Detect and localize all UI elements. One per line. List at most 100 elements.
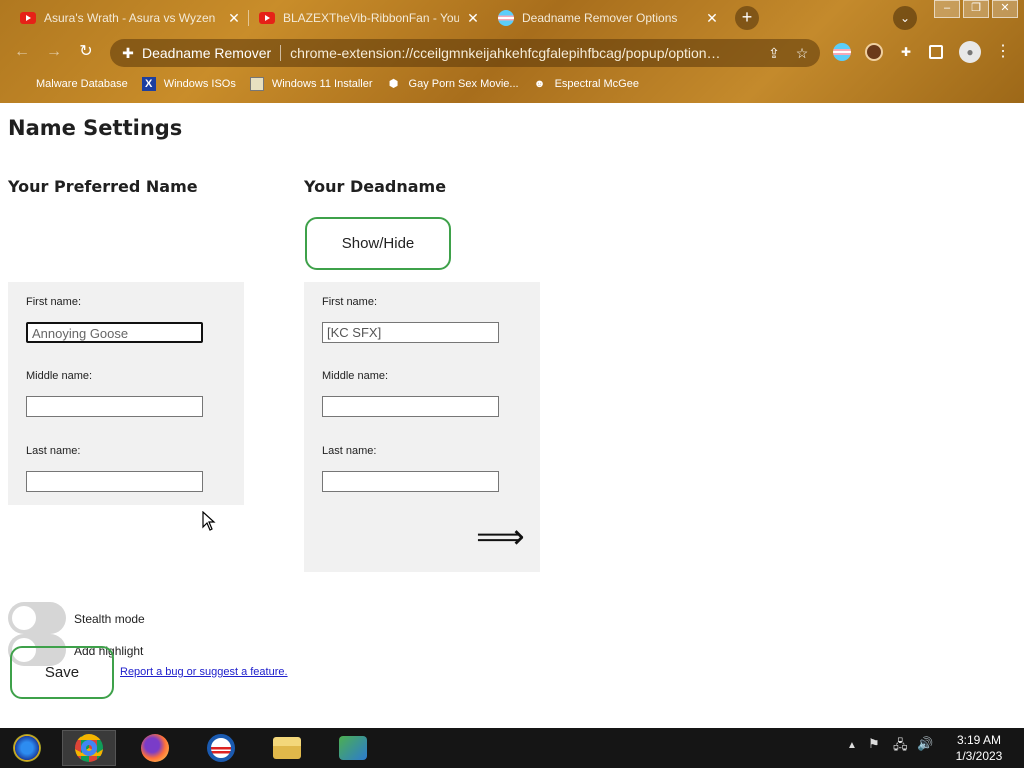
start-orb-icon — [13, 734, 41, 762]
deadname-middle-name-label: Middle name: — [322, 370, 389, 382]
close-window-button[interactable]: ✕ — [992, 0, 1018, 18]
action-center-flag-icon[interactable]: ⚑ — [868, 736, 880, 752]
stealth-mode-label: Stealth mode — [74, 612, 145, 626]
bookmark-label: Windows 11 Installer — [271, 78, 373, 90]
address-bar[interactable]: ✚ Deadname Remover chrome-extension://cc… — [110, 39, 820, 67]
browser-chrome: Asura's Wrath - Asura vs Wyzen ✕ BLAZEXT… — [0, 0, 1024, 103]
character-icon: ☻ — [533, 78, 546, 90]
toggle-knob — [12, 606, 36, 630]
folder-icon — [273, 737, 301, 759]
windows-taskbar: ▲ ⚑ 🖧 🔊 3:19 AM 1/3/2023 — [0, 728, 1024, 768]
chrome-icon — [75, 734, 103, 762]
tab-title: Asura's Wrath - Asura vs Wyzen — [44, 11, 216, 25]
bookmark-windows-isos[interactable]: X Windows ISOs — [141, 77, 236, 91]
bookmark-star-icon[interactable]: ☆ — [792, 45, 812, 62]
bookmark-label: Gay Porn Sex Movie... — [408, 78, 519, 90]
menu-kebab-icon[interactable]: ⋮ — [994, 43, 1012, 61]
site-name: Deadname Remover — [142, 45, 272, 61]
preferred-name-panel: First name: Annoying Goose Middle name: … — [8, 282, 244, 505]
back-arrow-icon[interactable]: ← — [12, 42, 32, 62]
forward-arrow-icon[interactable]: → — [44, 42, 64, 62]
deadname-last-name-label: Last name: — [322, 445, 377, 457]
trans-flag-icon — [498, 10, 514, 26]
mouse-cursor-icon — [202, 511, 216, 531]
report-bug-link[interactable]: Report a bug or suggest a feature. — [120, 666, 288, 678]
deadname-heading: Your Deadname — [304, 177, 447, 196]
preferred-first-name-label: First name: — [26, 296, 82, 308]
bookmark-malware-database[interactable]: Malware Database — [14, 77, 128, 91]
preferred-first-name-input[interactable]: Annoying Goose — [26, 322, 203, 343]
extensions-puzzle-icon[interactable]: ✚ — [897, 43, 915, 61]
cube-icon: ⬢ — [388, 78, 399, 90]
network-computers-icon — [339, 736, 367, 760]
clock-time: 3:19 AM — [956, 733, 1002, 747]
tab-search-button[interactable]: ⌄ — [893, 6, 917, 30]
trans-flag-extension-icon[interactable] — [833, 43, 851, 61]
tab-strip: Asura's Wrath - Asura vs Wyzen ✕ BLAZEXT… — [0, 0, 1024, 34]
preferred-middle-name-label: Middle name: — [26, 370, 93, 382]
tab-deadname-remover[interactable]: Deadname Remover Options ✕ — [498, 4, 720, 32]
bookmarks-bar: Malware Database X Windows ISOs Windows … — [0, 72, 1024, 96]
deadname-first-name-input[interactable]: [KC SFX] — [322, 322, 499, 343]
omnibox-divider — [280, 45, 282, 61]
blank-page-icon — [14, 77, 28, 91]
preferred-name-heading: Your Preferred Name — [8, 177, 198, 196]
network-icon[interactable]: 🖧 — [893, 736, 908, 758]
taskbar-firefox[interactable] — [128, 730, 182, 766]
bookmark-windows-11-installer[interactable]: Windows 11 Installer — [249, 77, 373, 91]
deadname-panel: First name: [KC SFX] Middle name: Last n… — [304, 282, 540, 572]
tab-asuras-wrath[interactable]: Asura's Wrath - Asura vs Wyzen ✕ — [20, 4, 242, 32]
bookmark-gay-porn-sex-movie[interactable]: ⬢ Gay Porn Sex Movie... — [387, 77, 519, 91]
browser-toolbar: ← → ↻ ✚ Deadname Remover chrome-extensio… — [0, 36, 1024, 68]
tab-blazex[interactable]: BLAZEXTheVib-RibbonFan - YouTube ✕ — [259, 4, 481, 32]
extension-puzzle-icon: ✚ — [122, 44, 134, 61]
image-icon — [249, 77, 264, 91]
x-logo-icon: X — [141, 77, 156, 91]
deadname-first-name-label: First name: — [322, 296, 378, 308]
window-controls: – ❐ ✕ — [931, 0, 1018, 18]
stealth-mode-toggle[interactable] — [8, 602, 66, 634]
bookmark-label: Windows ISOs — [163, 78, 236, 90]
share-icon[interactable]: ⇪ — [764, 45, 784, 62]
bookmark-label: Espectral McGee — [554, 78, 639, 90]
close-tab-icon[interactable]: ✕ — [226, 10, 242, 27]
bookmark-label: Malware Database — [36, 78, 128, 90]
start-button[interactable] — [0, 730, 54, 766]
obama-logo-icon — [207, 734, 235, 762]
deadname-middle-name-input[interactable] — [322, 396, 499, 417]
tab-title: Deadname Remover Options — [522, 11, 678, 25]
taskbar-network-app[interactable] — [326, 730, 380, 766]
youtube-icon — [20, 12, 36, 24]
youtube-icon — [259, 12, 275, 24]
taskbar-obama-logo[interactable] — [194, 730, 248, 766]
show-hide-button[interactable]: Show/Hide — [305, 217, 451, 270]
preferred-last-name-label: Last name: — [26, 445, 81, 457]
minimize-button[interactable]: – — [934, 0, 960, 18]
profile-extension-icon[interactable] — [865, 43, 883, 61]
tab-separator — [248, 10, 249, 26]
page-title: Name Settings — [8, 116, 183, 140]
profile-avatar-icon[interactable]: ● — [959, 41, 981, 63]
firefox-icon — [141, 734, 169, 762]
new-tab-button[interactable]: + — [735, 6, 759, 30]
preferred-middle-name-input[interactable] — [26, 396, 203, 417]
clock-date: 1/3/2023 — [955, 749, 1003, 763]
restore-button[interactable]: ❐ — [963, 0, 989, 18]
side-panel-icon[interactable] — [929, 45, 943, 59]
close-tab-icon[interactable]: ✕ — [704, 10, 720, 27]
options-page: Name Settings Your Preferred Name Your D… — [0, 103, 1024, 728]
reload-icon[interactable]: ↻ — [76, 42, 96, 62]
clock[interactable]: 3:19 AM 1/3/2023 — [947, 732, 1011, 764]
taskbar-chrome[interactable] — [62, 730, 116, 766]
show-hidden-icons-icon[interactable]: ▲ — [847, 740, 857, 751]
tab-title: BLAZEXTheVib-RibbonFan - YouTube — [283, 11, 459, 25]
url-text[interactable]: chrome-extension://cceilgmnkeijahkehfcgf… — [290, 45, 764, 61]
bookmark-espectral-mcgee[interactable]: ☻ Espectral McGee — [533, 77, 639, 91]
preferred-last-name-input[interactable] — [26, 471, 203, 492]
close-tab-icon[interactable]: ✕ — [465, 10, 481, 27]
taskbar-file-explorer[interactable] — [260, 730, 314, 766]
volume-icon[interactable]: 🔊 — [917, 736, 933, 752]
double-arrow-icon[interactable]: ⟹ — [476, 517, 525, 557]
save-button[interactable]: Save — [10, 646, 114, 699]
deadname-last-name-input[interactable] — [322, 471, 499, 492]
